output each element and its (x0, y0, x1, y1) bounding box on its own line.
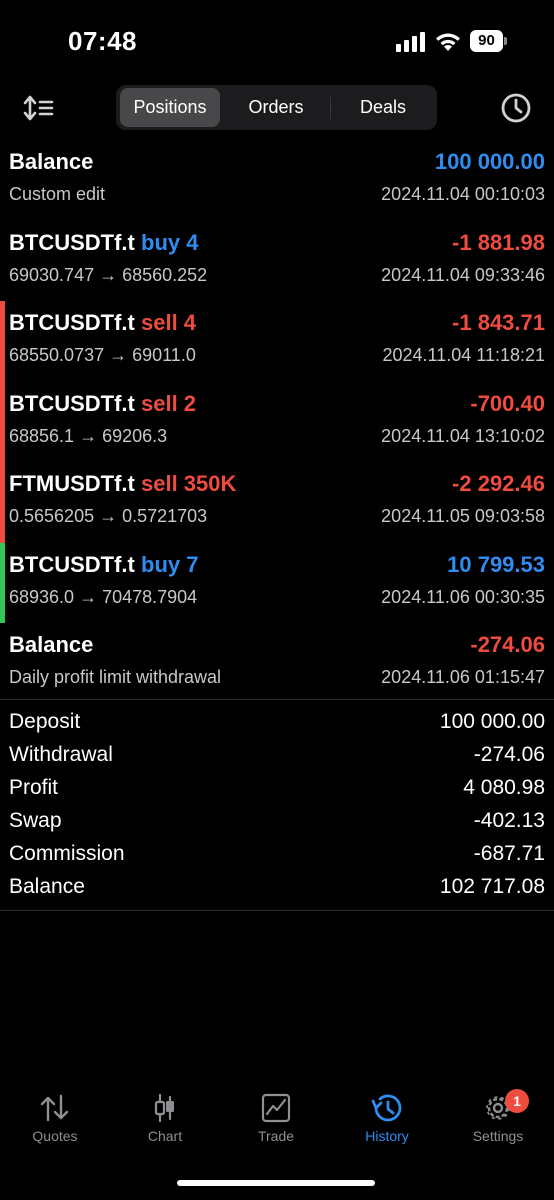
summary-label: Profit (9, 776, 59, 799)
tab-label: Trade (257, 1128, 295, 1144)
item-time: 2024.11.06 01:15:47 (381, 667, 545, 687)
item-symbol: BTCUSDTf.t (9, 310, 135, 335)
sort-icon[interactable] (20, 90, 56, 126)
trade-icon (261, 1093, 291, 1123)
item-prices: 0.5656205 → 0.5721703 (9, 506, 208, 526)
item-subtitle: Custom edit (9, 184, 106, 204)
item-time: 2024.11.04 09:33:46 (381, 264, 545, 285)
summary-value: 102 717.08 (439, 875, 545, 898)
item-amount: 100 000.00 (434, 149, 545, 174)
tab-quotes[interactable]: Quotes (0, 1085, 110, 1155)
summary-panel: Deposit 100 000.00 Withdrawal -274.06 Pr… (0, 707, 554, 905)
divider (0, 910, 554, 911)
summary-value: -274.06 (473, 743, 545, 766)
status-bar-indicator (0, 542, 5, 623)
summary-row-swap: Swap -402.13 (0, 806, 554, 839)
item-symbol: FTMUSDTf.t (9, 471, 135, 496)
battery-level: 90 (470, 30, 503, 52)
item-time: 2024.11.04 00:10:03 (381, 184, 545, 204)
history-icon (371, 1094, 402, 1122)
summary-label: Commission (9, 842, 125, 865)
summary-value: -687.71 (473, 842, 545, 865)
item-prices: 69030.747 → 68560.252 (9, 264, 208, 285)
tab-settings[interactable]: Settings 1 (443, 1085, 553, 1155)
divider (0, 699, 554, 700)
tab-trade[interactable]: Trade (221, 1085, 331, 1155)
tab-label: Quotes (32, 1128, 78, 1144)
item-side: sell 4 (141, 310, 197, 335)
status-bar-indicator (0, 301, 5, 382)
summary-label: Deposit (9, 710, 81, 733)
quotes-icon (40, 1094, 69, 1122)
tab-label: Settings (472, 1128, 524, 1144)
cellular-signal-icon (396, 32, 425, 52)
item-prices: 68550.0737 → 69011.0 (9, 345, 196, 365)
item-amount: -1 843.71 (452, 310, 545, 335)
item-amount: 10 799.53 (447, 551, 545, 577)
item-side: buy 7 (141, 551, 199, 577)
notification-badge: 1 (505, 1089, 529, 1113)
tab-bar: Quotes Chart Trade History Settings 1 (0, 1085, 554, 1165)
tab-chart[interactable]: Chart (110, 1085, 220, 1155)
item-prices: 68856.1 → 69206.3 (9, 425, 168, 446)
item-amount: -274.06 (470, 632, 545, 657)
status-bar-indicator (0, 381, 5, 462)
status-time: 07:48 (68, 26, 137, 56)
list-item[interactable]: BTCUSDTf.t buy 4 69030.747 → 68560.252 -… (0, 221, 554, 302)
summary-label: Swap (9, 809, 62, 832)
summary-row-deposit: Deposit 100 000.00 (0, 707, 554, 740)
home-indicator[interactable] (177, 1180, 375, 1186)
summary-value: 4 080.98 (463, 776, 545, 799)
summary-row-profit: Profit 4 080.98 (0, 773, 554, 806)
tab-positions[interactable]: Positions (120, 88, 220, 127)
item-title: Balance (9, 632, 94, 657)
segmented-control: Positions Orders Deals (116, 85, 437, 130)
item-amount: -1 881.98 (452, 229, 545, 255)
summary-label: Balance (9, 875, 85, 898)
status-bar: 07:48 90 (0, 0, 554, 80)
item-side: buy 4 (141, 229, 199, 255)
summary-row-commission: Commission -687.71 (0, 839, 554, 872)
tab-label: History (365, 1128, 409, 1144)
list-item[interactable]: Balance Daily profit limit withdrawal -2… (0, 623, 554, 704)
list-item[interactable]: BTCUSDTf.t sell 4 68550.0737 → 69011.0 -… (0, 301, 554, 382)
tab-orders[interactable]: Orders (224, 88, 328, 127)
item-side: sell 350K (140, 471, 237, 496)
list-item[interactable]: BTCUSDTf.t buy 7 68936.0 → 70478.7904 10… (0, 542, 554, 623)
summary-row-withdrawal: Withdrawal -274.06 (0, 740, 554, 773)
history-toolbar: Positions Orders Deals (0, 80, 554, 136)
item-symbol: BTCUSDTf.t (9, 390, 135, 416)
summary-value: -402.13 (473, 809, 545, 832)
item-title: Balance (9, 149, 94, 174)
wifi-icon (436, 33, 460, 51)
item-symbol: BTCUSDTf.t (9, 551, 135, 577)
battery-icon: 90 (470, 30, 507, 52)
item-time: 2024.11.06 00:30:35 (381, 586, 545, 607)
list-item[interactable]: BTCUSDTf.t sell 2 68856.1 → 69206.3 -700… (0, 381, 554, 462)
item-amount: -2 292.46 (452, 471, 545, 496)
item-subtitle: Daily profit limit withdrawal (9, 667, 222, 687)
item-amount: -700.40 (470, 390, 545, 416)
clock-icon[interactable] (499, 91, 533, 125)
tab-label: Chart (147, 1128, 183, 1144)
list-item[interactable]: FTMUSDTf.t sell 350K 0.5656205 → 0.57217… (0, 462, 554, 543)
list-item[interactable]: Balance Custom edit 100 000.00 2024.11.0… (0, 140, 554, 221)
history-list: Balance Custom edit 100 000.00 2024.11.0… (0, 140, 554, 704)
item-time: 2024.11.04 13:10:02 (381, 425, 545, 446)
item-prices: 68936.0 → 70478.7904 (9, 586, 198, 607)
tab-deals[interactable]: Deals (332, 88, 434, 127)
item-symbol: BTCUSDTf.t (9, 229, 135, 255)
summary-label: Withdrawal (9, 743, 113, 766)
tab-history[interactable]: History (332, 1085, 442, 1155)
summary-value: 100 000.00 (439, 710, 545, 733)
chart-icon (154, 1093, 174, 1123)
status-bar-indicator (0, 462, 5, 543)
item-side: sell 2 (141, 390, 197, 416)
item-time: 2024.11.05 09:03:58 (381, 506, 545, 526)
summary-row-balance: Balance 102 717.08 (0, 872, 554, 905)
item-time: 2024.11.04 11:18:21 (382, 345, 545, 365)
